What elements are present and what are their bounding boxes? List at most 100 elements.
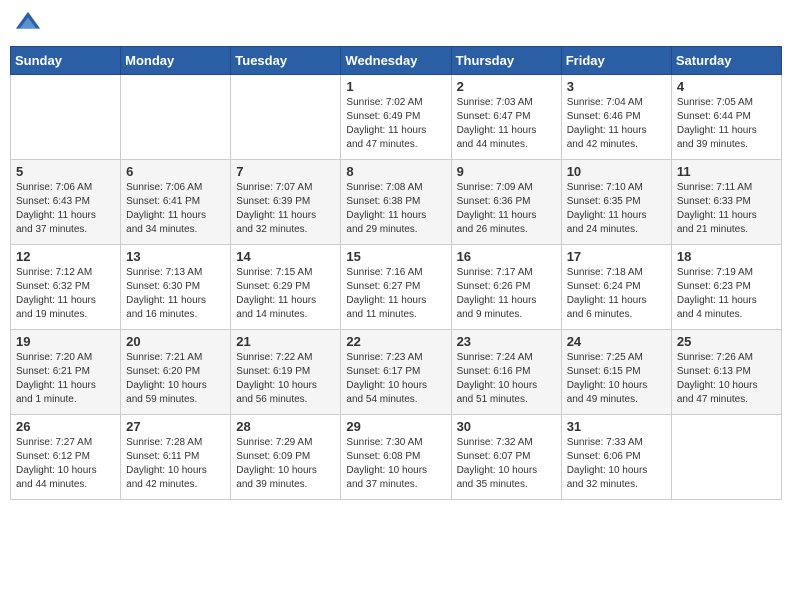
day-number: 13 bbox=[126, 249, 225, 264]
day-number: 8 bbox=[346, 164, 445, 179]
calendar-cell: 8Sunrise: 7:08 AM Sunset: 6:38 PM Daylig… bbox=[341, 160, 451, 245]
calendar-cell: 6 Sunrise: 7:06 AM Sunset: 6:41 PM Daylig… bbox=[121, 160, 231, 245]
calendar-cell: 27 Sunrise: 7:28 AM Sunset: 6:11 PM Dayli… bbox=[121, 415, 231, 500]
calendar-week-row: 5 Sunrise: 7:06 AM Sunset: 6:43 PM Daylig… bbox=[11, 160, 782, 245]
day-info: Sunrise: 7:12 AM Sunset: 6:32 PM Dayligh… bbox=[16, 266, 115, 322]
column-header-monday: Monday bbox=[121, 47, 231, 75]
calendar-cell bbox=[671, 415, 781, 500]
calendar-week-row: 1 Sunrise: 7:02 AM Sunset: 6:49 PM Daylig… bbox=[11, 75, 782, 160]
calendar-cell: 20 Sunrise: 7:21 AM Sunset: 6:20 PM Dayli… bbox=[121, 330, 231, 415]
column-header-sunday: Sunday bbox=[11, 47, 121, 75]
day-info: Sunrise: 7:06 AM Sunset: 6:43 PM Dayligh… bbox=[16, 181, 115, 237]
calendar-week-row: 26 Sunrise: 7:27 AM Sunset: 6:12 PM Dayli… bbox=[11, 415, 782, 500]
day-number: 29 bbox=[346, 419, 445, 434]
day-number: 1 bbox=[346, 79, 445, 94]
day-number: 28 bbox=[236, 419, 335, 434]
calendar-cell: 5 Sunrise: 7:06 AM Sunset: 6:43 PM Daylig… bbox=[11, 160, 121, 245]
day-info: Sunrise: 7:33 AM Sunset: 6:06 PM Dayligh… bbox=[567, 436, 666, 492]
day-info: Sunrise: 7:28 AM Sunset: 6:11 PM Dayligh… bbox=[126, 436, 225, 492]
day-info: Sunrise: 7:29 AM Sunset: 6:09 PM Dayligh… bbox=[236, 436, 335, 492]
day-number: 27 bbox=[126, 419, 225, 434]
day-number: 15 bbox=[346, 249, 445, 264]
day-info: Sunrise: 7:09 AM Sunset: 6:36 PM Dayligh… bbox=[457, 181, 556, 237]
day-info: Sunrise: 7:02 AM Sunset: 6:49 PM Dayligh… bbox=[346, 96, 445, 152]
calendar-cell: 25 Sunrise: 7:26 AM Sunset: 6:13 PM Dayli… bbox=[671, 330, 781, 415]
day-number: 30 bbox=[457, 419, 556, 434]
calendar-cell: 29Sunrise: 7:30 AM Sunset: 6:08 PM Dayli… bbox=[341, 415, 451, 500]
day-info: Sunrise: 7:10 AM Sunset: 6:35 PM Dayligh… bbox=[567, 181, 666, 237]
calendar-table: SundayMondayTuesdayWednesdayThursdayFrid… bbox=[10, 46, 782, 500]
day-info: Sunrise: 7:03 AM Sunset: 6:47 PM Dayligh… bbox=[457, 96, 556, 152]
day-number: 19 bbox=[16, 334, 115, 349]
calendar-cell: 9 Sunrise: 7:09 AM Sunset: 6:36 PM Daylig… bbox=[451, 160, 561, 245]
day-info: Sunrise: 7:17 AM Sunset: 6:26 PM Dayligh… bbox=[457, 266, 556, 322]
day-number: 10 bbox=[567, 164, 666, 179]
day-info: Sunrise: 7:32 AM Sunset: 6:07 PM Dayligh… bbox=[457, 436, 556, 492]
calendar-cell: 13Sunrise: 7:13 AM Sunset: 6:30 PM Dayli… bbox=[121, 245, 231, 330]
day-number: 6 bbox=[126, 164, 225, 179]
day-number: 7 bbox=[236, 164, 335, 179]
day-info: Sunrise: 7:15 AM Sunset: 6:29 PM Dayligh… bbox=[236, 266, 335, 322]
day-info: Sunrise: 7:27 AM Sunset: 6:12 PM Dayligh… bbox=[16, 436, 115, 492]
day-info: Sunrise: 7:23 AM Sunset: 6:17 PM Dayligh… bbox=[346, 351, 445, 407]
column-header-friday: Friday bbox=[561, 47, 671, 75]
day-number: 12 bbox=[16, 249, 115, 264]
calendar-cell: 30 Sunrise: 7:32 AM Sunset: 6:07 PM Dayli… bbox=[451, 415, 561, 500]
day-number: 24 bbox=[567, 334, 666, 349]
day-info: Sunrise: 7:25 AM Sunset: 6:15 PM Dayligh… bbox=[567, 351, 666, 407]
calendar-week-row: 12 Sunrise: 7:12 AM Sunset: 6:32 PM Dayli… bbox=[11, 245, 782, 330]
calendar-week-row: 19 Sunrise: 7:20 AM Sunset: 6:21 PM Dayli… bbox=[11, 330, 782, 415]
column-header-thursday: Thursday bbox=[451, 47, 561, 75]
calendar-cell: 21Sunrise: 7:22 AM Sunset: 6:19 PM Dayli… bbox=[231, 330, 341, 415]
day-info: Sunrise: 7:21 AM Sunset: 6:20 PM Dayligh… bbox=[126, 351, 225, 407]
calendar-cell: 23Sunrise: 7:24 AM Sunset: 6:16 PM Dayli… bbox=[451, 330, 561, 415]
calendar-cell: 11Sunrise: 7:11 AM Sunset: 6:33 PM Dayli… bbox=[671, 160, 781, 245]
day-number: 9 bbox=[457, 164, 556, 179]
calendar-cell: 26 Sunrise: 7:27 AM Sunset: 6:12 PM Dayli… bbox=[11, 415, 121, 500]
day-info: Sunrise: 7:16 AM Sunset: 6:27 PM Dayligh… bbox=[346, 266, 445, 322]
calendar-cell: 18Sunrise: 7:19 AM Sunset: 6:23 PM Dayli… bbox=[671, 245, 781, 330]
calendar-cell: 3 Sunrise: 7:04 AM Sunset: 6:46 PM Daylig… bbox=[561, 75, 671, 160]
day-info: Sunrise: 7:18 AM Sunset: 6:24 PM Dayligh… bbox=[567, 266, 666, 322]
day-info: Sunrise: 7:20 AM Sunset: 6:21 PM Dayligh… bbox=[16, 351, 115, 407]
calendar-cell: 17Sunrise: 7:18 AM Sunset: 6:24 PM Dayli… bbox=[561, 245, 671, 330]
column-header-wednesday: Wednesday bbox=[341, 47, 451, 75]
day-number: 21 bbox=[236, 334, 335, 349]
day-number: 26 bbox=[16, 419, 115, 434]
page-header bbox=[10, 10, 782, 38]
logo-icon bbox=[14, 10, 42, 38]
calendar-cell: 19 Sunrise: 7:20 AM Sunset: 6:21 PM Dayli… bbox=[11, 330, 121, 415]
day-number: 5 bbox=[16, 164, 115, 179]
day-number: 18 bbox=[677, 249, 776, 264]
calendar-cell: 14 Sunrise: 7:15 AM Sunset: 6:29 PM Dayli… bbox=[231, 245, 341, 330]
day-number: 20 bbox=[126, 334, 225, 349]
day-info: Sunrise: 7:11 AM Sunset: 6:33 PM Dayligh… bbox=[677, 181, 776, 237]
calendar-cell: 1 Sunrise: 7:02 AM Sunset: 6:49 PM Daylig… bbox=[341, 75, 451, 160]
calendar-header-row: SundayMondayTuesdayWednesdayThursdayFrid… bbox=[11, 47, 782, 75]
calendar-cell bbox=[231, 75, 341, 160]
day-number: 14 bbox=[236, 249, 335, 264]
calendar-cell: 22Sunrise: 7:23 AM Sunset: 6:17 PM Dayli… bbox=[341, 330, 451, 415]
calendar-cell: 12 Sunrise: 7:12 AM Sunset: 6:32 PM Dayli… bbox=[11, 245, 121, 330]
day-info: Sunrise: 7:05 AM Sunset: 6:44 PM Dayligh… bbox=[677, 96, 776, 152]
day-number: 25 bbox=[677, 334, 776, 349]
column-header-tuesday: Tuesday bbox=[231, 47, 341, 75]
day-info: Sunrise: 7:04 AM Sunset: 6:46 PM Dayligh… bbox=[567, 96, 666, 152]
calendar-cell: 16 Sunrise: 7:17 AM Sunset: 6:26 PM Dayli… bbox=[451, 245, 561, 330]
day-number: 31 bbox=[567, 419, 666, 434]
calendar-cell: 2 Sunrise: 7:03 AM Sunset: 6:47 PM Daylig… bbox=[451, 75, 561, 160]
calendar-cell: 31 Sunrise: 7:33 AM Sunset: 6:06 PM Dayli… bbox=[561, 415, 671, 500]
day-number: 3 bbox=[567, 79, 666, 94]
day-info: Sunrise: 7:26 AM Sunset: 6:13 PM Dayligh… bbox=[677, 351, 776, 407]
day-number: 4 bbox=[677, 79, 776, 94]
day-info: Sunrise: 7:07 AM Sunset: 6:39 PM Dayligh… bbox=[236, 181, 335, 237]
day-info: Sunrise: 7:24 AM Sunset: 6:16 PM Dayligh… bbox=[457, 351, 556, 407]
calendar-cell: 7 Sunrise: 7:07 AM Sunset: 6:39 PM Daylig… bbox=[231, 160, 341, 245]
calendar-cell: 15 Sunrise: 7:16 AM Sunset: 6:27 PM Dayli… bbox=[341, 245, 451, 330]
logo bbox=[14, 10, 46, 38]
calendar-cell: 24 Sunrise: 7:25 AM Sunset: 6:15 PM Dayli… bbox=[561, 330, 671, 415]
column-header-saturday: Saturday bbox=[671, 47, 781, 75]
day-info: Sunrise: 7:06 AM Sunset: 6:41 PM Dayligh… bbox=[126, 181, 225, 237]
day-number: 16 bbox=[457, 249, 556, 264]
day-number: 2 bbox=[457, 79, 556, 94]
